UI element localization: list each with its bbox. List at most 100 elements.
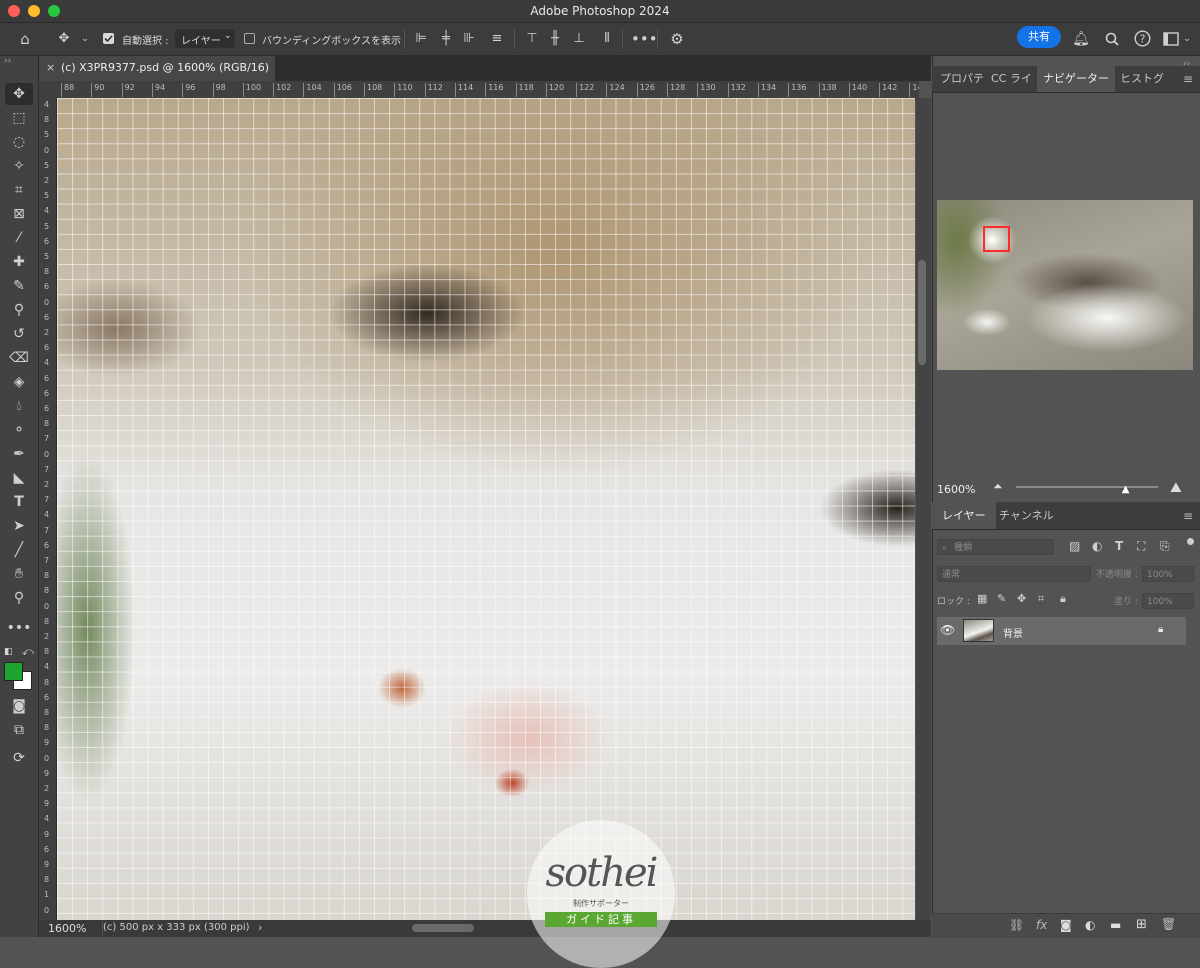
tab-channels[interactable]: チャンネル	[999, 502, 1054, 529]
status-zoom[interactable]: 1600%	[48, 922, 86, 935]
layer-name[interactable]: 背景	[1003, 625, 1023, 640]
status-menu-arrow[interactable]: ›	[258, 921, 262, 934]
horizontal-ruler[interactable]: 88 90 92 94 96 98 100 102 104 106 108 110 112 114 116 1…	[39, 81, 919, 99]
bell-icon[interactable]: 🔔︎	[1072, 30, 1090, 48]
filter-toggle-icon[interactable]	[1187, 538, 1194, 545]
align-left-icon[interactable]: ⊫	[412, 30, 430, 48]
distribute-horizontal-icon[interactable]: ⦀	[598, 30, 616, 48]
fill-field[interactable]: 100%	[1142, 593, 1194, 609]
type-tool-icon[interactable]: T	[5, 491, 33, 513]
vertical-scroll-thumb[interactable]	[918, 260, 926, 365]
crop-tool-icon[interactable]: ⌗	[5, 179, 33, 201]
horizontal-scroll-thumb[interactable]	[412, 924, 474, 932]
tab-navigator[interactable]: ナビゲーター	[1037, 66, 1115, 92]
link-layers-icon[interactable]: ⛓	[1009, 918, 1024, 932]
align-bottom-icon[interactable]: ⊥	[570, 30, 588, 48]
foreground-color-swatch[interactable]	[4, 662, 23, 681]
default-colors-icon[interactable]: ◧	[4, 647, 13, 657]
trash-icon[interactable]: 🗑︎	[1161, 917, 1176, 931]
layer-filter-field[interactable]: ⌕ 種類	[937, 539, 1054, 555]
swap-colors-icon[interactable]: ⤺	[22, 645, 34, 659]
auto-select-checkbox[interactable]	[103, 33, 114, 44]
marquee-tool-icon[interactable]: ⬚	[5, 107, 33, 129]
lock-image-icon[interactable]: ✎	[997, 592, 1006, 605]
filter-pixel-icon[interactable]: ▨	[1069, 539, 1080, 553]
navigator-view-box[interactable]	[983, 226, 1010, 252]
eye-icon[interactable]: 👁︎	[940, 623, 955, 637]
generative-fill-icon[interactable]: ⟳	[5, 747, 33, 769]
collapse-toolbox-icon[interactable]: ››	[4, 56, 11, 66]
lasso-tool-icon[interactable]: ◌	[5, 131, 33, 153]
blur-tool-icon[interactable]: 💧︎	[5, 395, 33, 417]
align-vertical-center-icon[interactable]: ╫	[546, 30, 564, 48]
eyedropper-tool-icon[interactable]: ⁄	[5, 227, 33, 249]
edit-toolbar-icon[interactable]: •••	[5, 617, 33, 639]
add-mask-icon[interactable]: ◙	[1060, 918, 1072, 932]
more-options-icon[interactable]: •••	[631, 30, 658, 48]
zoom-slider-thumb[interactable]: ▲	[1122, 484, 1130, 495]
chevron-down-icon[interactable]: ⌄	[76, 30, 94, 48]
lock-artboard-icon[interactable]: ⌗	[1038, 592, 1044, 606]
search-icon[interactable]	[1103, 30, 1121, 48]
history-brush-tool-icon[interactable]: ↺	[5, 323, 33, 345]
layer-thumbnail[interactable]	[963, 619, 994, 642]
healing-brush-tool-icon[interactable]: ✚	[5, 251, 33, 273]
gear-icon[interactable]: ⚙	[668, 30, 686, 48]
filter-adjustment-icon[interactable]: ◐	[1092, 539, 1102, 553]
direct-selection-tool-icon[interactable]: ➤	[5, 515, 33, 537]
zoom-out-icon[interactable]: ⏶	[993, 479, 1003, 494]
move-tool-preset-icon[interactable]: ✥	[55, 30, 73, 48]
home-icon[interactable]: ⌂	[16, 30, 34, 48]
filter-shape-icon[interactable]: ⛶	[1137, 539, 1145, 554]
lock-transparent-icon[interactable]: ▦	[977, 592, 987, 605]
align-right-icon[interactable]: ⊪	[460, 30, 478, 48]
fx-icon[interactable]: fx	[1036, 918, 1047, 932]
quick-mask-icon[interactable]: ◙	[5, 695, 33, 717]
new-layer-icon[interactable]: ⊞	[1136, 917, 1147, 932]
screen-mode-icon[interactable]: ⧉	[5, 719, 33, 741]
distribute-vertical-icon[interactable]: ≡	[488, 30, 506, 48]
tab-cc-libraries[interactable]: CC ライ	[991, 66, 1032, 92]
auto-select-dropdown[interactable]: レイヤー ⌄	[175, 29, 235, 48]
vertical-ruler[interactable]: 4 8 5 0 5 2 5 4 5 6 5 8 6 0 6 2 6 4 6 6 6 8 7 0 7 2 7 4 7 6 7 8 8 0 8 2 8 4 8 6…	[39, 98, 57, 920]
brush-tool-icon[interactable]: ✎	[5, 275, 33, 297]
zoom-slider-track[interactable]	[1016, 486, 1158, 488]
tab-history[interactable]: ヒストグ	[1120, 66, 1164, 92]
line-tool-icon[interactable]: ╱	[5, 539, 33, 561]
clone-stamp-tool-icon[interactable]: ⚲	[5, 299, 33, 321]
image-canvas[interactable]	[57, 98, 915, 920]
hand-tool-icon[interactable]: ✋︎	[5, 563, 33, 585]
document-tab[interactable]: × (c) X3PR9377.psd @ 1600% (RGB/16)	[39, 56, 276, 81]
vertical-scrollbar[interactable]	[916, 98, 931, 920]
zoom-tool-icon[interactable]: ⚲	[5, 587, 33, 609]
align-horizontal-center-icon[interactable]: ╪	[437, 30, 455, 48]
panel-menu-icon[interactable]: ≡	[1183, 72, 1193, 86]
path-selection-tool-icon[interactable]: ◣	[5, 467, 33, 489]
opacity-field[interactable]: 100%	[1142, 566, 1194, 582]
tab-layers[interactable]: レイヤー	[932, 502, 996, 529]
lock-all-icon[interactable]: 🔒︎	[1060, 592, 1066, 606]
lock-position-icon[interactable]: ✥	[1017, 592, 1026, 605]
dodge-tool-icon[interactable]: ⚬	[5, 419, 33, 441]
adjustment-layer-icon[interactable]: ◐	[1085, 918, 1095, 932]
panel-menu-icon[interactable]: ≡	[1183, 509, 1193, 523]
navigator-thumbnail[interactable]	[937, 200, 1193, 370]
align-top-icon[interactable]: ⊤	[523, 30, 541, 48]
tab-properties[interactable]: プロパテ	[940, 66, 984, 92]
zoom-in-icon[interactable]: ⛰	[1170, 480, 1182, 496]
close-tab-icon[interactable]: ×	[46, 61, 55, 74]
pen-tool-icon[interactable]: ✒	[5, 443, 33, 465]
filter-smart-object-icon[interactable]: ⎘	[1160, 539, 1170, 554]
move-tool-icon[interactable]: ✥	[5, 83, 33, 105]
paint-bucket-tool-icon[interactable]: ◈	[5, 371, 33, 393]
frame-tool-icon[interactable]: ⊠	[5, 203, 33, 225]
new-group-icon[interactable]: ▬	[1110, 918, 1121, 932]
share-button[interactable]: 共有	[1017, 26, 1061, 48]
navigator-zoom-value[interactable]: 1600%	[937, 483, 975, 496]
help-icon[interactable]: ?	[1133, 30, 1151, 48]
eraser-tool-icon[interactable]: ⌫	[5, 347, 33, 369]
magic-wand-tool-icon[interactable]: ✧	[5, 155, 33, 177]
blend-mode-dropdown[interactable]: 通常	[937, 566, 1091, 582]
bounding-box-checkbox[interactable]	[244, 33, 255, 44]
filter-type-icon[interactable]: T	[1115, 539, 1123, 553]
